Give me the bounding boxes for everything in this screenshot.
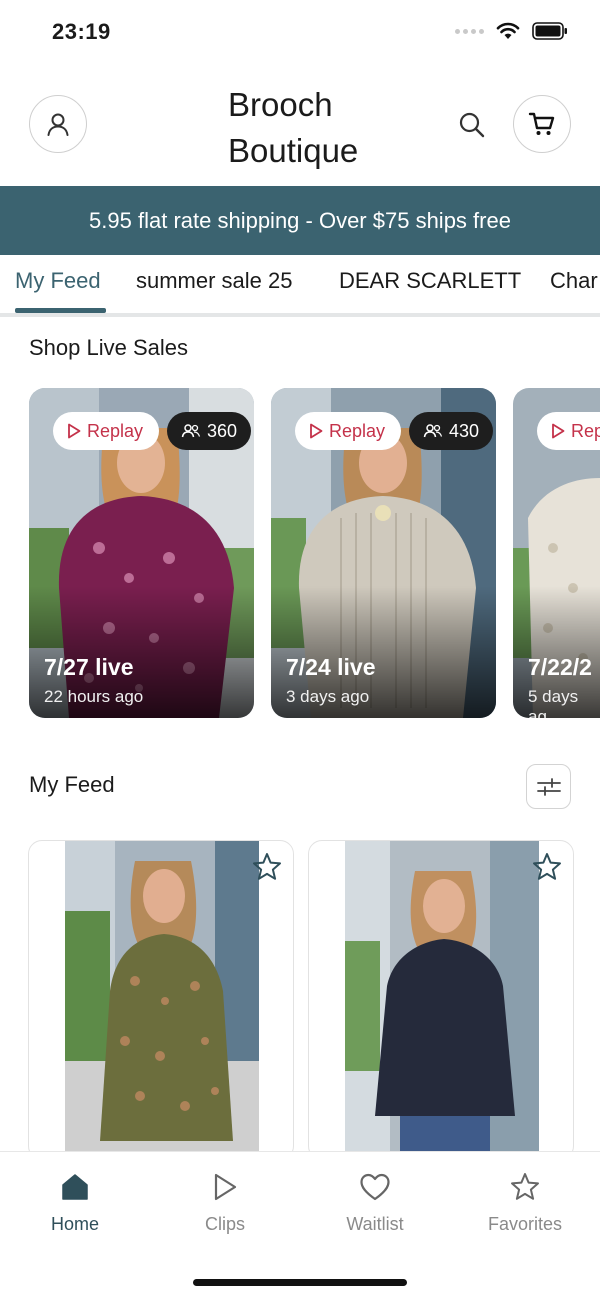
nav-label: Favorites bbox=[487, 1214, 563, 1234]
viewer-count: 360 bbox=[207, 420, 238, 441]
shipping-banner-text: 5.95 flat rate shipping - Over $75 ships… bbox=[89, 207, 511, 233]
play-icon bbox=[68, 423, 81, 439]
nav-clips[interactable]: Clips bbox=[150, 1152, 300, 1252]
product-image bbox=[345, 841, 539, 1159]
live-sale-card[interactable]: Replay 360 7/27 live 22 hours ago bbox=[29, 388, 254, 718]
store-name: Brooch Boutique bbox=[228, 86, 359, 169]
cart-button[interactable] bbox=[513, 95, 571, 153]
active-tab-indicator bbox=[15, 308, 106, 313]
shipping-banner: 5.95 flat rate shipping - Over $75 ships… bbox=[0, 186, 600, 255]
nav-label: Home bbox=[50, 1214, 99, 1234]
cart-icon bbox=[528, 112, 555, 135]
product-image bbox=[65, 841, 259, 1159]
status-icons bbox=[455, 22, 568, 40]
viewer-count: 430 bbox=[449, 420, 480, 441]
nav-home[interactable]: Home bbox=[0, 1152, 150, 1252]
nav-label: Waitlist bbox=[346, 1214, 404, 1234]
status-time: 23:19 bbox=[52, 19, 111, 44]
live-sale-time-ago: 3 days ago bbox=[286, 687, 370, 706]
wifi-icon bbox=[496, 22, 520, 39]
live-sale-date: 7/27 live bbox=[44, 654, 134, 680]
replay-button[interactable]: Rep bbox=[537, 412, 600, 450]
live-sale-card[interactable]: Replay 430 7/24 live 3 days ago bbox=[271, 388, 496, 718]
live-sale-date: 7/24 live bbox=[286, 654, 376, 680]
category-tabs: My Feed summer sale 25 DEAR SCARLETT Cha… bbox=[0, 255, 600, 317]
star-icon bbox=[533, 853, 561, 880]
play-icon bbox=[208, 1170, 242, 1204]
search-icon bbox=[459, 112, 485, 138]
star-icon bbox=[253, 853, 281, 880]
play-icon bbox=[552, 423, 565, 439]
nav-favorites[interactable]: Favorites bbox=[450, 1152, 600, 1252]
nav-label: Clips bbox=[204, 1214, 245, 1234]
star-icon bbox=[508, 1170, 542, 1204]
tab-summer-sale[interactable]: summer sale 25 bbox=[136, 268, 293, 294]
live-sale-time-ago: 22 hours ago bbox=[44, 687, 144, 706]
favorite-button[interactable] bbox=[529, 849, 565, 885]
favorite-button[interactable] bbox=[249, 849, 285, 885]
play-icon bbox=[310, 423, 323, 439]
tab-dear-scarlett[interactable]: DEAR SCARLETT bbox=[339, 268, 521, 294]
profile-button[interactable] bbox=[29, 95, 87, 153]
live-sale-time-ago: 5 days ag bbox=[528, 687, 579, 718]
shop-live-sales-title: Shop Live Sales bbox=[29, 335, 188, 360]
status-bar: 23:19 bbox=[0, 0, 600, 66]
home-icon bbox=[58, 1170, 92, 1204]
replay-label: Rep bbox=[571, 420, 600, 441]
filter-button[interactable] bbox=[526, 764, 571, 809]
my-feed-title: My Feed bbox=[29, 772, 115, 797]
viewer-count-badge: 430 bbox=[409, 412, 494, 450]
signal-icon bbox=[455, 28, 484, 34]
sliders-icon bbox=[536, 777, 561, 796]
product-card[interactable] bbox=[28, 840, 294, 1160]
replay-label: Replay bbox=[329, 420, 386, 441]
search-button[interactable] bbox=[455, 108, 489, 142]
home-indicator bbox=[193, 1279, 407, 1286]
bottom-nav: Home Clips Waitlist Favorites bbox=[0, 1151, 600, 1299]
user-icon bbox=[47, 113, 69, 136]
replay-button[interactable]: Replay bbox=[295, 412, 402, 450]
product-card[interactable] bbox=[308, 840, 574, 1160]
tab-char[interactable]: Char bbox=[550, 268, 598, 294]
viewers-icon bbox=[423, 424, 443, 438]
battery-icon bbox=[532, 22, 567, 40]
app-header: Brooch Boutique bbox=[0, 66, 600, 186]
viewer-count-badge: 360 bbox=[167, 412, 252, 450]
live-sale-card[interactable]: Rep 7/22/2 5 days ag bbox=[513, 388, 600, 718]
replay-button[interactable]: Replay bbox=[53, 412, 160, 450]
live-sale-date: 7/22/2 bbox=[528, 654, 592, 680]
viewers-icon bbox=[181, 424, 201, 438]
heart-icon bbox=[358, 1170, 392, 1204]
nav-waitlist[interactable]: Waitlist bbox=[300, 1152, 450, 1252]
tab-my-feed[interactable]: My Feed bbox=[15, 268, 101, 294]
replay-label: Replay bbox=[87, 420, 144, 441]
